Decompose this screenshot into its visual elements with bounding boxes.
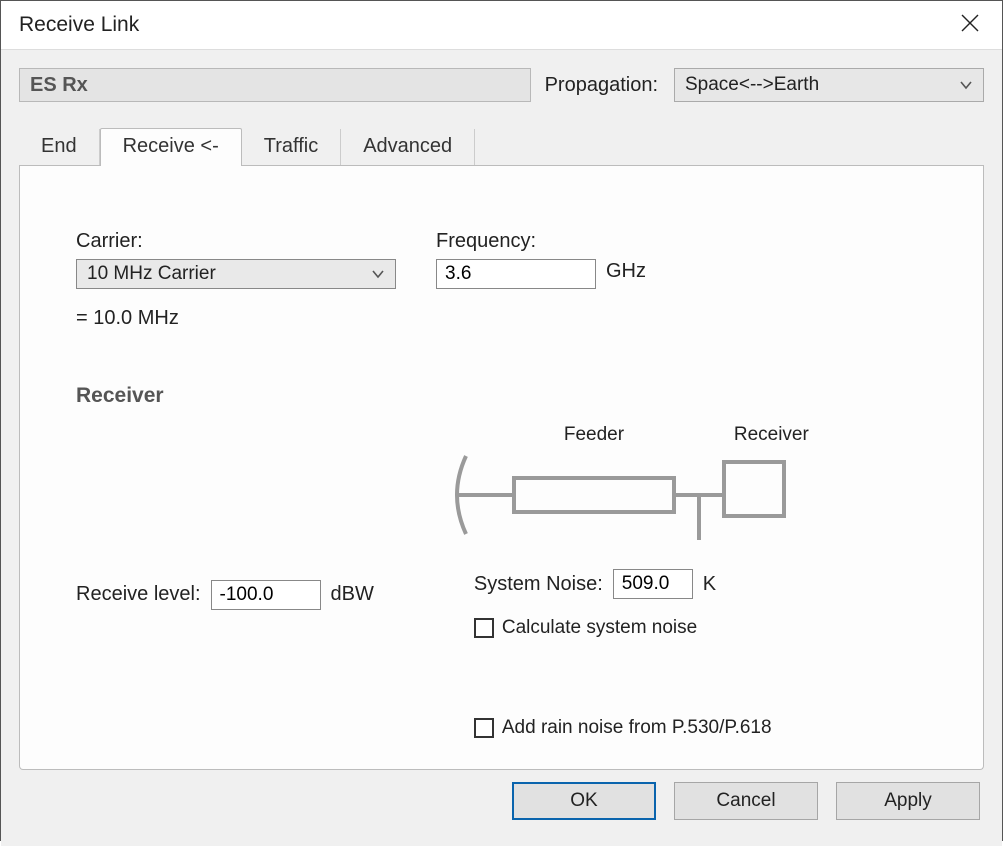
tab-strip: End Receive <- Traffic Advanced (19, 126, 984, 166)
receive-level-label: Receive level: (76, 583, 201, 606)
propagation-select[interactable]: Space<-->Earth (674, 68, 984, 102)
apply-button[interactable]: Apply (836, 782, 980, 820)
client-area: ES Rx Propagation: Space<-->Earth End Re… (1, 50, 1002, 846)
tab-label: Traffic (264, 135, 318, 157)
carrier-frequency-row: Carrier: 10 MHz Carrier = 10.0 MHz Frequ… (76, 230, 927, 330)
carrier-equals: = 10.0 MHz (76, 307, 396, 330)
tab-traffic[interactable]: Traffic (242, 129, 341, 166)
dialog-window: Receive Link ES Rx Propagation: Space<--… (0, 0, 1003, 841)
carrier-select[interactable]: 10 MHz Carrier (76, 259, 396, 289)
propagation-label: Propagation: (541, 74, 664, 97)
tab-label: End (41, 135, 77, 157)
receiver-heading: Receiver (76, 384, 927, 408)
link-name-field[interactable]: ES Rx (19, 68, 531, 102)
receive-level-row: Receive level: dBW (76, 450, 374, 739)
system-noise-input[interactable] (613, 569, 693, 599)
window-title: Receive Link (19, 13, 139, 37)
carrier-value: 10 MHz Carrier (87, 263, 216, 285)
chevron-down-icon (371, 263, 385, 285)
button-label: Cancel (716, 790, 775, 812)
checkbox-label: Add rain noise from P.530/P.618 (502, 717, 772, 739)
frequency-unit: GHz (606, 260, 646, 283)
checkbox-icon (474, 618, 494, 638)
ok-button[interactable]: OK (512, 782, 656, 820)
cancel-button[interactable]: Cancel (674, 782, 818, 820)
receiver-diagram-icon (444, 450, 824, 540)
dialog-buttons: OK Cancel Apply (19, 770, 984, 832)
tab-advanced[interactable]: Advanced (341, 129, 475, 166)
receive-level-unit: dBW (331, 583, 374, 606)
link-name-text: ES Rx (30, 74, 88, 97)
checkbox-label: Calculate system noise (502, 617, 697, 639)
tab-end[interactable]: End (19, 129, 100, 166)
carrier-label: Carrier: (76, 230, 396, 253)
diagram-receiver-label: Receiver (734, 424, 809, 446)
frequency-label: Frequency: (436, 230, 646, 253)
button-label: Apply (884, 790, 932, 812)
propagation-value: Space<-->Earth (685, 74, 819, 96)
close-icon (960, 13, 980, 38)
system-noise-unit: K (703, 573, 716, 596)
titlebar: Receive Link (1, 1, 1002, 50)
diagram-feeder-label: Feeder (564, 424, 624, 446)
system-noise-label: System Noise: (474, 573, 603, 596)
receive-level-input[interactable] (211, 580, 321, 610)
header-row: ES Rx Propagation: Space<-->Earth (19, 68, 984, 102)
tab-panel: Carrier: 10 MHz Carrier = 10.0 MHz Frequ… (19, 166, 984, 770)
tab-label: Receive <- (123, 135, 219, 157)
calculate-system-noise-checkbox[interactable]: Calculate system noise (474, 617, 927, 639)
button-label: OK (570, 790, 597, 812)
system-noise-row: System Noise: K (474, 569, 927, 599)
add-rain-noise-checkbox[interactable]: Add rain noise from P.530/P.618 (474, 717, 927, 739)
tab-receive[interactable]: Receive <- (100, 128, 242, 166)
tab-label: Advanced (363, 135, 452, 157)
close-button[interactable] (946, 1, 994, 49)
frequency-input[interactable] (436, 259, 596, 289)
checkbox-icon (474, 718, 494, 738)
receiver-diagram-block: Feeder Receiver (444, 450, 927, 739)
receiver-area: Receive level: dBW Feeder Receiver (76, 450, 927, 739)
chevron-down-icon (959, 74, 973, 96)
